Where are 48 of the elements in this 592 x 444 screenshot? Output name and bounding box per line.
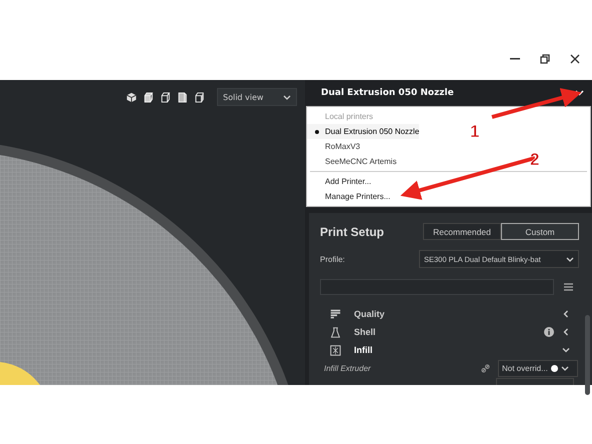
category-label: Shell (354, 327, 376, 337)
bullet-icon (315, 130, 319, 134)
cube-icon[interactable] (194, 92, 205, 102)
cube-icon[interactable] (143, 92, 154, 102)
annotation-number: 1 (470, 122, 480, 142)
minimize-icon[interactable] (510, 58, 520, 60)
cube-icon[interactable] (126, 92, 137, 102)
cube-icon[interactable] (160, 92, 171, 102)
menu-header: Local printers (324, 111, 374, 123)
tab[interactable]: Recommended (423, 223, 501, 240)
category-label: Quality (354, 309, 385, 319)
quality-icon (330, 308, 341, 320)
menu-item[interactable]: Manage Printers... (307, 189, 390, 204)
dot-icon (550, 364, 558, 372)
chevron-down-icon (560, 366, 569, 370)
info-icon (544, 327, 554, 337)
extruder-dropdown[interactable]: Not overrid... (498, 360, 578, 376)
menu-item[interactable]: Dual Extrusion 050 Nozzle (307, 124, 420, 139)
category-label: Infill (354, 345, 372, 355)
close-icon[interactable] (570, 54, 580, 64)
chevron-left-icon (562, 328, 570, 336)
settings-category[interactable]: Quality (330, 305, 592, 323)
chevron-down-icon (566, 256, 574, 262)
printer-selector[interactable]: Dual Extrusion 050 Nozzle (305, 80, 592, 106)
search-field[interactable] (320, 279, 554, 295)
setting-label: Infill Extruder (324, 364, 372, 372)
setting-field[interactable] (496, 378, 574, 385)
infill-icon (330, 344, 341, 356)
settings-category[interactable]: Shell (330, 323, 592, 341)
annotation-number: 2 (530, 150, 540, 170)
menu-item[interactable]: SeeMeCNC Artemis (307, 154, 397, 169)
settings-category[interactable]: Infill (330, 341, 592, 359)
chevron-down-icon (283, 94, 291, 100)
chevron-down-icon (562, 346, 570, 354)
chevron-down-icon (575, 90, 584, 96)
menu-icon[interactable] (564, 283, 573, 291)
link-icon[interactable] (481, 364, 490, 372)
chevron-left-icon (562, 310, 570, 318)
profile-label: Profile: (320, 254, 345, 264)
cube-icon[interactable] (177, 92, 188, 102)
view-mode-dropdown[interactable]: Solid view (217, 88, 297, 106)
section-title: Print Setup (320, 224, 384, 238)
menu-item[interactable]: Add Printer... (307, 174, 372, 189)
menu-item[interactable]: RoMaxV3 (307, 139, 360, 154)
restore-icon[interactable] (540, 54, 550, 64)
flask-icon (330, 326, 341, 338)
tab[interactable]: Custom (501, 223, 579, 240)
scrollbar[interactable] (585, 315, 590, 395)
